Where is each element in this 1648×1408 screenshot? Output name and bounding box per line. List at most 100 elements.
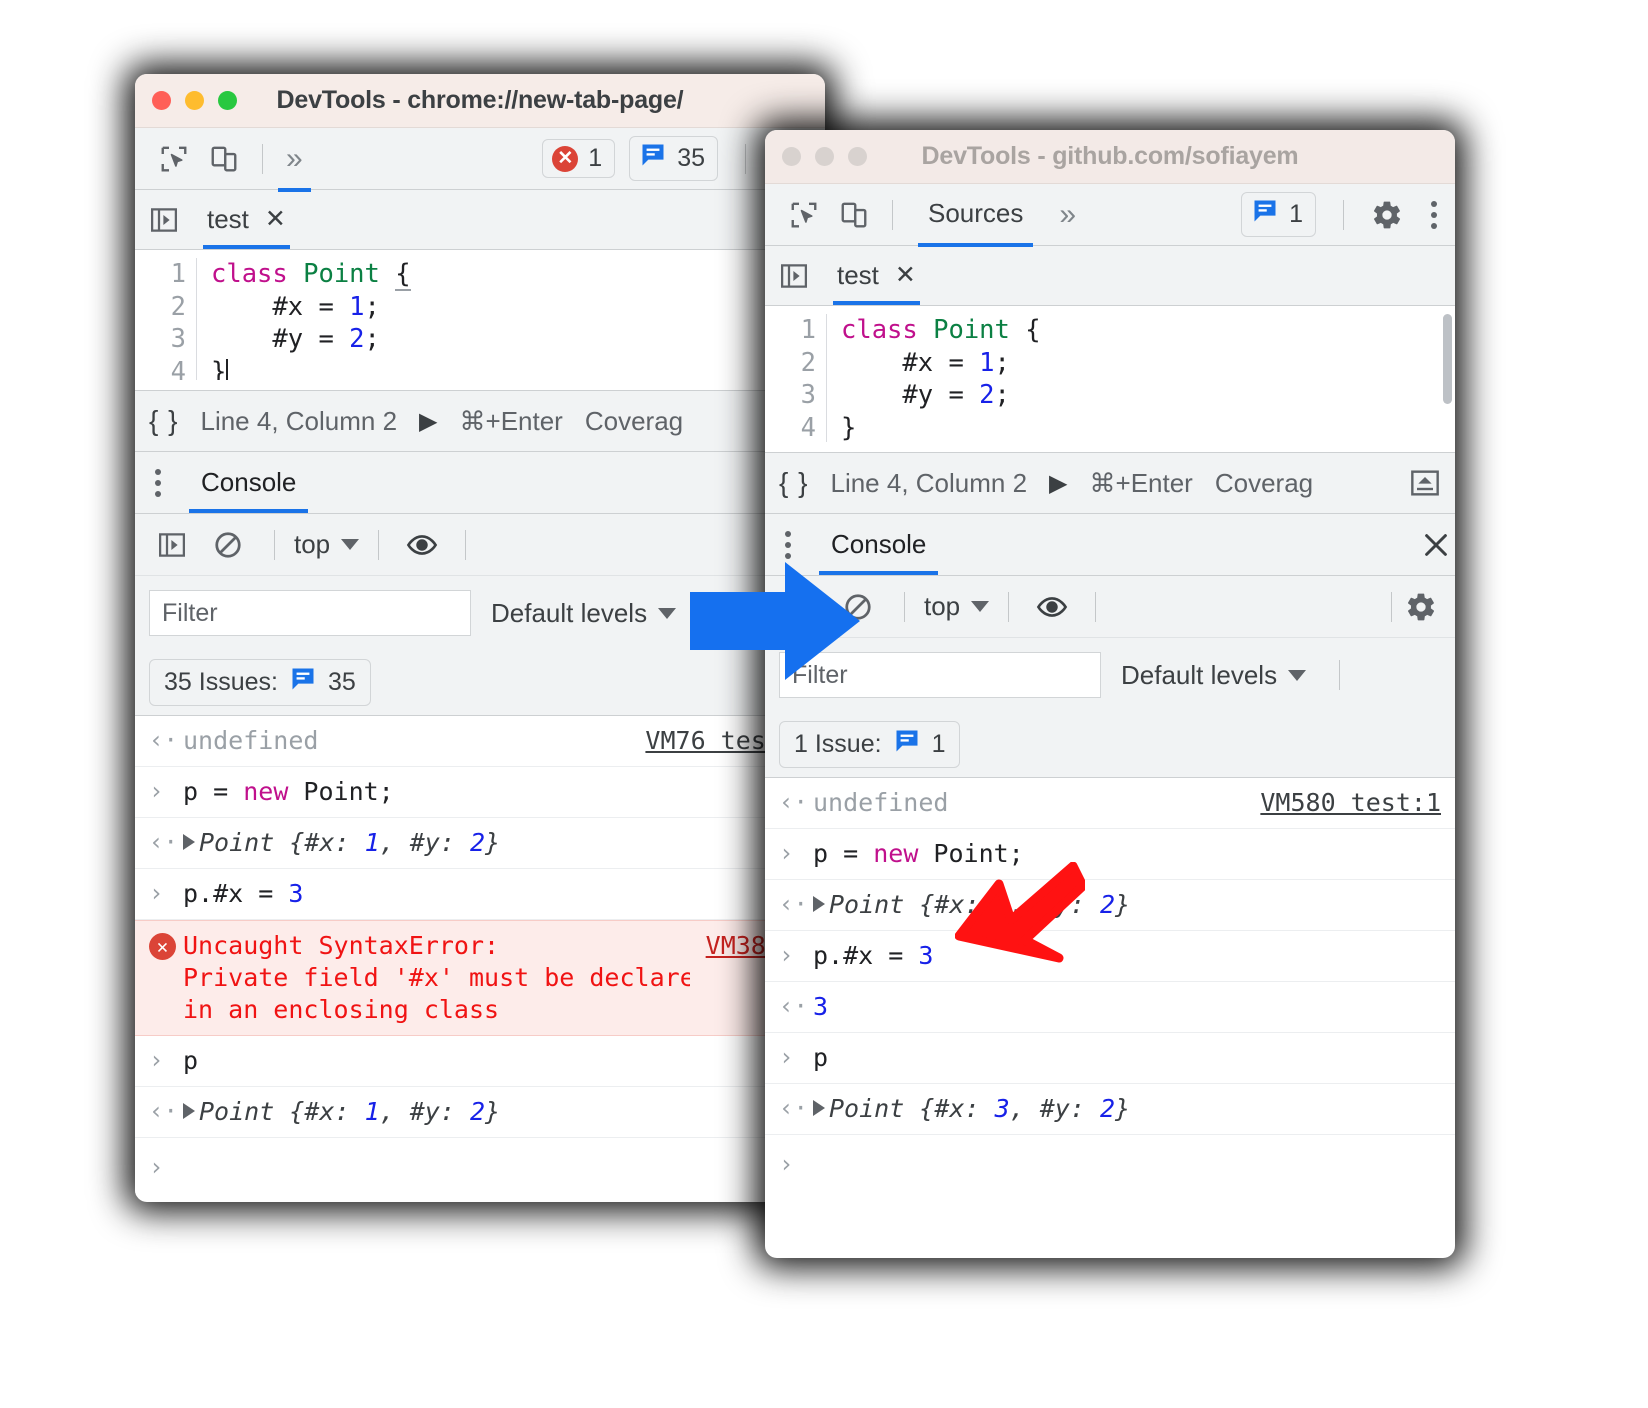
panel-tab-sources[interactable]: Sources [918,198,1034,247]
code-content[interactable]: class Point { #x = 1; #y = 2;} [827,314,1455,442]
console-message-row[interactable]: ‹· Point {#x: 1, #y: 2} [135,818,825,869]
window1-code-editor[interactable]: 1234 class Point { #x = 1; #y = 2;} [135,250,825,390]
navigator-toggle-icon[interactable] [149,205,179,235]
close-window-button[interactable] [152,91,171,110]
run-shortcut-label: ⌘+Enter [459,405,563,436]
live-expression-icon[interactable] [1022,591,1082,623]
device-toolbar-icon[interactable] [829,200,879,230]
close-drawer-icon[interactable] [1421,530,1455,560]
error-counter-button[interactable]: ✕ 1 [542,139,616,178]
prompt-caret-icon: › [779,1150,794,1178]
window2-console-messages: ‹· undefined VM580 test:1 › p = new Poin… [765,778,1455,1193]
console-sidebar-icon[interactable] [149,530,195,560]
issues-summary-button[interactable]: 1 Issue: 1 [779,721,961,768]
window2-code-editor[interactable]: 1234 class Point { #x = 1; #y = 2;} [765,306,1455,452]
open-in-panel-icon[interactable] [1409,467,1441,499]
console-message-row[interactable]: › p = new Point; [765,829,1455,880]
window2-devtools-toolbar: Sources » 1 [765,184,1455,247]
console-message-row[interactable]: ‹· undefined VM580 test:1 [765,778,1455,829]
console-message-row[interactable]: › p [135,1036,825,1087]
run-snippet-icon[interactable]: ▶ [419,407,437,436]
code-content[interactable]: class Point { #x = 1; #y = 2;} [197,258,825,380]
run-snippet-icon[interactable]: ▶ [1049,469,1067,498]
console-message-row[interactable]: › p.#x = 3 [765,931,1455,982]
inspect-element-icon[interactable] [149,144,199,174]
devtools-window-github[interactable]: DevTools - github.com/sofiayem Sources » [765,130,1455,1258]
input-marker-icon: › [149,879,164,907]
console-error-row[interactable]: ✕ Uncaught SyntaxError: Private field '#… [135,920,825,1036]
minimize-window-button[interactable] [185,91,204,110]
maximize-window-button[interactable] [848,147,867,166]
more-options-icon[interactable] [1417,200,1441,229]
log-levels-selector[interactable]: Default levels [1121,659,1307,691]
more-panels-chevron-icon[interactable]: » [1049,198,1086,232]
filter-input[interactable] [149,590,471,636]
pretty-print-icon[interactable]: { } [779,467,808,499]
expand-triangle-icon[interactable] [183,834,195,850]
editor-scrollbar[interactable] [1443,314,1452,404]
run-shortcut-label: ⌘+Enter [1089,467,1193,498]
message-text: p = new Point; [183,777,394,806]
file-tab-test[interactable]: test ✕ [833,246,920,305]
close-icon[interactable]: ✕ [895,263,916,288]
gear-icon[interactable] [1371,199,1403,231]
file-tab-test[interactable]: test ✕ [203,190,290,249]
coverage-label[interactable]: Coverag [585,406,683,437]
tab-console[interactable]: Console [189,452,309,513]
device-toolbar-icon[interactable] [199,144,249,174]
more-panels-chevron-icon[interactable]: » [276,142,313,192]
console-prompt[interactable]: › [135,1138,825,1196]
log-levels-selector[interactable]: Default levels [491,598,677,629]
window2-traffic-lights[interactable] [782,147,867,166]
execution-context-selector[interactable]: top [918,591,995,622]
input-marker-icon: › [779,1043,794,1071]
window2-issues-row: 1 Issue: 1 [765,712,1455,778]
console-message-row[interactable]: › p = new Point; [135,767,825,818]
window2-titlebar[interactable]: DevTools - github.com/sofiayem [765,130,1455,184]
console-message-row[interactable]: › p [765,1033,1455,1084]
inspect-element-icon[interactable] [779,200,829,230]
console-message-row[interactable]: ‹· Point {#x: 3, #y: 2} [765,1084,1455,1135]
console-message-row[interactable]: ‹· 3 [765,982,1455,1033]
issues-summary-button[interactable]: 35 Issues: 35 [149,659,371,706]
result-marker-icon: ‹· [149,828,178,856]
expand-triangle-icon[interactable] [813,896,825,912]
execution-context-selector[interactable]: top [288,529,365,560]
error-circle-icon: ✕ [149,933,176,960]
maximize-window-button[interactable] [218,91,237,110]
log-levels-label: Default levels [1121,659,1278,690]
filter-divider [1339,660,1341,690]
console-divider-3 [465,529,467,560]
gear-icon[interactable] [1405,591,1441,623]
error-circle-icon: ✕ [552,145,579,172]
message-text: p.#x = 3 [183,879,304,908]
window1-traffic-lights[interactable] [152,91,237,110]
issues-counter-button[interactable]: 35 [629,136,718,181]
minimize-window-button[interactable] [815,147,834,166]
expand-triangle-icon[interactable] [813,1100,825,1116]
window1-title: DevTools - chrome://new-tab-page/ [276,86,684,114]
close-icon[interactable]: ✕ [265,207,286,232]
navigator-toggle-icon[interactable] [779,261,809,291]
pretty-print-icon[interactable]: { } [149,405,178,437]
expand-triangle-icon[interactable] [183,1103,195,1119]
more-options-icon[interactable] [781,530,805,559]
window1-titlebar[interactable]: DevTools - chrome://new-tab-page/ [135,74,825,128]
issues-summary-label: 35 Issues: [164,668,278,696]
window2-console-toolbar: top [765,576,1455,638]
live-expression-icon[interactable] [392,529,452,561]
console-prompt[interactable]: › [765,1135,1455,1193]
message-source-link[interactable]: VM580 test:1 [1244,787,1441,819]
result-marker-icon: ‹· [779,788,808,816]
coverage-label[interactable]: Coverag [1215,468,1313,499]
console-message-row[interactable]: › p.#x = 3 [135,869,825,920]
console-message-row[interactable]: ‹· undefined VM76 test:1 [135,716,825,767]
clear-console-icon[interactable] [195,530,261,560]
console-message-row[interactable]: ‹· Point {#x: 1, #y: 2} [765,880,1455,931]
console-message-row[interactable]: ‹· Point {#x: 1, #y: 2} [135,1087,825,1138]
issues-counter-button[interactable]: 1 [1241,192,1316,237]
close-window-button[interactable] [782,147,801,166]
message-text: Point {#x: 1, #y: 2} [183,827,811,859]
cursor-position: Line 4, Column 2 [830,467,1028,498]
more-options-icon[interactable] [151,468,175,497]
